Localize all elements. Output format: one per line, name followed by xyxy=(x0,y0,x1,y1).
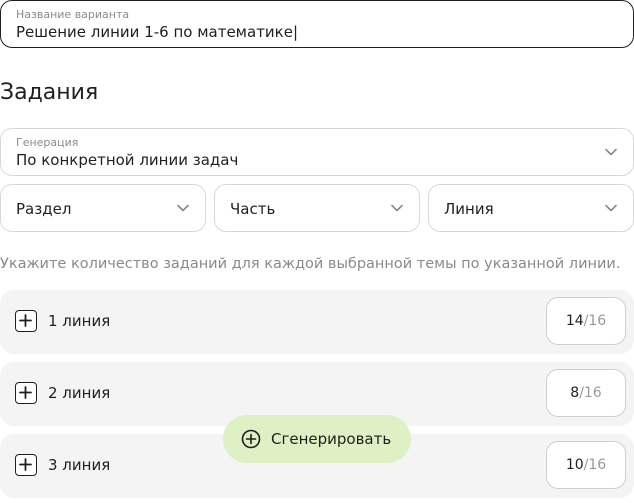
task-total: /16 xyxy=(579,385,602,401)
generation-label: Генерация xyxy=(16,136,79,149)
line-row: 1 линия 14/16 xyxy=(0,290,634,354)
task-total: /16 xyxy=(583,313,607,329)
hint-text: Укажите количество заданий для каждой вы… xyxy=(0,256,621,272)
task-count: 8 xyxy=(570,385,580,401)
expand-line-button[interactable] xyxy=(15,382,37,404)
line-label: 3 линия xyxy=(48,456,111,474)
chevron-down-icon xyxy=(177,204,189,212)
task-total: /16 xyxy=(583,457,607,473)
task-count-input[interactable]: 14/16 xyxy=(546,297,626,345)
line-label: 2 линия xyxy=(48,384,111,402)
expand-line-button[interactable] xyxy=(15,454,37,476)
section-title: Задания xyxy=(0,80,99,105)
section-select-label: Раздел xyxy=(16,200,72,218)
part-select[interactable]: Часть xyxy=(214,184,420,232)
line-label: 1 линия xyxy=(48,312,111,330)
variant-name-label: Название варианта xyxy=(16,8,130,21)
generation-value: По конкретной линии задач xyxy=(16,151,239,169)
line-select[interactable]: Линия xyxy=(428,184,634,232)
part-select-label: Часть xyxy=(230,200,276,218)
plus-icon xyxy=(19,386,32,399)
plus-circle-icon xyxy=(241,429,261,449)
line-select-label: Линия xyxy=(444,200,494,218)
generate-button-label: Сгенерировать xyxy=(271,430,392,448)
plus-icon xyxy=(19,314,32,327)
chevron-down-icon xyxy=(391,204,403,212)
task-count: 10 xyxy=(565,457,584,473)
task-count-input[interactable]: 10/16 xyxy=(546,441,626,489)
task-count: 14 xyxy=(565,313,584,329)
generate-button[interactable]: Сгенерировать xyxy=(223,415,411,463)
section-select[interactable]: Раздел xyxy=(0,184,206,232)
task-count-input[interactable]: 8/16 xyxy=(546,369,626,417)
variant-name-field[interactable]: Название варианта Решение линии 1-6 по м… xyxy=(0,0,634,48)
generation-select[interactable]: Генерация По конкретной линии задач xyxy=(0,128,634,176)
chevron-down-icon xyxy=(605,148,617,156)
plus-icon xyxy=(19,458,32,471)
chevron-down-icon xyxy=(605,204,617,212)
variant-name-input[interactable]: Решение линии 1-6 по математике| xyxy=(16,23,298,41)
expand-line-button[interactable] xyxy=(15,310,37,332)
